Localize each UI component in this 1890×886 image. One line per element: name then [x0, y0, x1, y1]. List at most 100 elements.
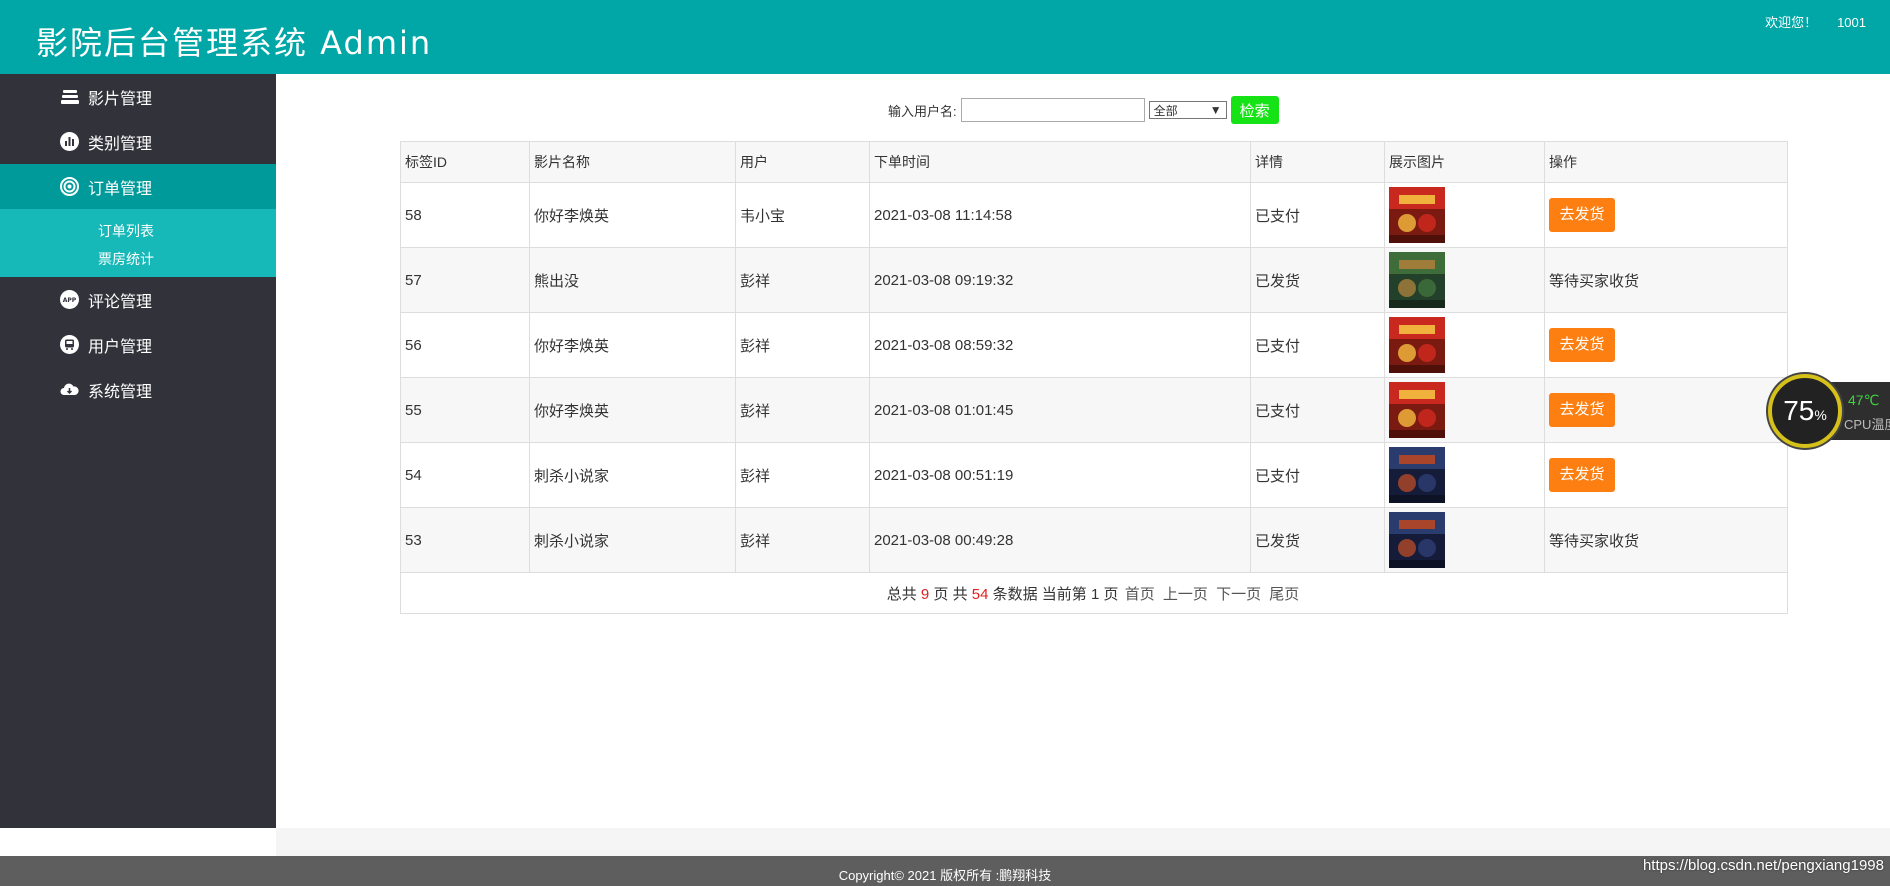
cell-film: 熊出没	[529, 247, 736, 313]
content-bottom-strip	[276, 828, 1890, 856]
cell-time: 2021-03-08 11:14:58	[869, 182, 1251, 248]
poster-image[interactable]	[1389, 317, 1445, 373]
column-header-id: 标签ID	[400, 141, 530, 183]
cell-time: 2021-03-08 09:19:32	[869, 247, 1251, 313]
pager-first-link[interactable]: 首页	[1125, 586, 1155, 603]
cell-id: 53	[400, 507, 530, 573]
chart-icon	[60, 132, 79, 151]
footer: Copyright© 2021 版权所有 :鹏翔科技	[0, 856, 1890, 886]
submenu-item-order-list[interactable]: 订单列表	[0, 217, 276, 245]
app-icon: APP	[60, 290, 79, 309]
cell-id: 58	[400, 182, 530, 248]
sidebar-item-label: 系统管理	[88, 383, 153, 401]
cell-time: 2021-03-08 01:01:45	[869, 377, 1251, 443]
cpu-usage-value: 75	[1783, 395, 1815, 426]
table-row: 54 刺杀小说家 彭祥 2021-03-08 00:51:19 已支付 去发货	[400, 442, 1788, 508]
top-header: 影院后台管理系统 Admin 欢迎您！ 1001	[0, 0, 1890, 74]
cell-user: 彭祥	[735, 247, 870, 313]
cell-time: 2021-03-08 08:59:32	[869, 312, 1251, 378]
column-header-film: 影片名称	[529, 141, 736, 183]
search-label: 输入用户名:	[888, 103, 957, 119]
pager-records-unit: 条数据 当前第	[992, 585, 1087, 603]
ship-button[interactable]: 去发货	[1549, 198, 1615, 232]
ship-button[interactable]: 去发货	[1549, 328, 1615, 362]
cpu-usage-unit: %	[1814, 407, 1827, 423]
cell-user: 彭祥	[735, 312, 870, 378]
sidebar-item-users[interactable]: 用户管理	[0, 322, 276, 367]
sidebar-item-system[interactable]: 系统管理	[0, 367, 276, 412]
sidebar-item-label: 类别管理	[88, 135, 153, 153]
cpu-usage-gauge: 75%	[1768, 374, 1842, 448]
table-header-row: 标签ID 影片名称 用户 下单时间 详情 展示图片 操作	[400, 141, 1788, 183]
table-row: 53 刺杀小说家 彭祥 2021-03-08 00:49:28 已发货 等待买家…	[400, 507, 1788, 573]
film-stack-icon	[60, 87, 79, 106]
cell-id: 55	[400, 377, 530, 443]
cell-status: 已支付	[1250, 377, 1385, 443]
pagination: 总共 9 页 共 54 条数据 当前第 1 页 首页 上一页 下一页 尾页	[400, 572, 1788, 614]
search-bar: 输入用户名: 全部 ▼ 检索	[888, 96, 1279, 124]
sidebar-item-orders[interactable]: 订单管理	[0, 164, 276, 209]
status-select[interactable]: 全部 ▼	[1148, 101, 1227, 119]
svg-text:APP: APP	[63, 297, 77, 304]
ship-button[interactable]: 去发货	[1549, 458, 1615, 492]
target-icon	[60, 177, 79, 196]
user-id[interactable]: 1001	[1837, 15, 1866, 30]
poster-image[interactable]	[1389, 382, 1445, 438]
cell-user: 彭祥	[735, 442, 870, 508]
cell-action: 去发货	[1544, 312, 1788, 378]
cell-action: 去发货	[1544, 442, 1788, 508]
table-row: 55 你好李焕英 彭祥 2021-03-08 01:01:45 已支付 去发货	[400, 377, 1788, 443]
column-header-time: 下单时间	[869, 141, 1251, 183]
welcome-text: 欢迎您！	[1765, 15, 1818, 30]
ship-button[interactable]: 去发货	[1549, 393, 1615, 427]
table-row: 57 熊出没 彭祥 2021-03-08 09:19:32 已发货 等待买家收货	[400, 247, 1788, 313]
sidebar-item-label: 评论管理	[88, 293, 153, 311]
cell-poster	[1384, 377, 1545, 443]
sidebar-item-categories[interactable]: 类别管理	[0, 119, 276, 164]
poster-image[interactable]	[1389, 512, 1445, 568]
pager-prev-link[interactable]: 上一页	[1163, 586, 1208, 603]
table-row: 56 你好李焕英 彭祥 2021-03-08 08:59:32 已支付 去发货	[400, 312, 1788, 378]
welcome-area: 欢迎您！ 1001	[1745, 12, 1866, 31]
cell-time: 2021-03-08 00:49:28	[869, 507, 1251, 573]
cell-status: 已发货	[1250, 507, 1385, 573]
chevron-down-icon: ▼	[1209, 103, 1222, 117]
cell-poster	[1384, 247, 1545, 313]
column-header-action: 操作	[1544, 141, 1788, 183]
cell-user: 彭祥	[735, 507, 870, 573]
cpu-temp-label: CPU温度	[1844, 417, 1890, 432]
sidebar-item-label: 订单管理	[88, 180, 153, 198]
app-title: 影院后台管理系统 Admin	[36, 24, 433, 62]
username-search-input[interactable]	[960, 98, 1145, 122]
cell-action: 等待买家收货	[1544, 247, 1788, 313]
pager-total-label: 总共	[886, 585, 917, 603]
cell-status: 已支付	[1250, 182, 1385, 248]
poster-image[interactable]	[1389, 187, 1445, 243]
cell-id: 57	[400, 247, 530, 313]
pagination-row: 总共 9 页 共 54 条数据 当前第 1 页 首页 上一页 下一页 尾页	[400, 572, 1788, 614]
cell-time: 2021-03-08 00:51:19	[869, 442, 1251, 508]
cell-id: 54	[400, 442, 530, 508]
cell-film: 刺杀小说家	[529, 442, 736, 508]
poster-image[interactable]	[1389, 252, 1445, 308]
pager-current-page: 1	[1090, 585, 1100, 603]
copyright-text: Copyright© 2021 版权所有 :鹏翔科技	[838, 868, 1052, 883]
cell-film: 你好李焕英	[529, 312, 736, 378]
cell-film: 刺杀小说家	[529, 507, 736, 573]
cell-poster	[1384, 182, 1545, 248]
search-button[interactable]: 检索	[1230, 96, 1279, 124]
pager-next-link[interactable]: 下一页	[1216, 586, 1261, 603]
sidebar-item-label: 影片管理	[88, 90, 153, 108]
pager-current-unit: 页	[1103, 585, 1119, 603]
submenu-item-box-office[interactable]: 票房统计	[0, 245, 276, 273]
cell-id: 56	[400, 312, 530, 378]
pager-last-link[interactable]: 尾页	[1269, 586, 1299, 603]
cell-poster	[1384, 442, 1545, 508]
sidebar-item-comments[interactable]: APP 评论管理	[0, 277, 276, 322]
cpu-widget[interactable]: 75% 47℃ CPU温度	[1768, 374, 1890, 448]
sidebar-item-films[interactable]: 影片管理	[0, 74, 276, 119]
poster-image[interactable]	[1389, 447, 1445, 503]
sidebar: 影片管理 类别管理 订单管理 订单列表 票房统计 APP 评论管理 用户管理 系…	[0, 74, 276, 828]
status-select-value: 全部	[1153, 103, 1178, 118]
cloud-icon	[60, 380, 79, 399]
